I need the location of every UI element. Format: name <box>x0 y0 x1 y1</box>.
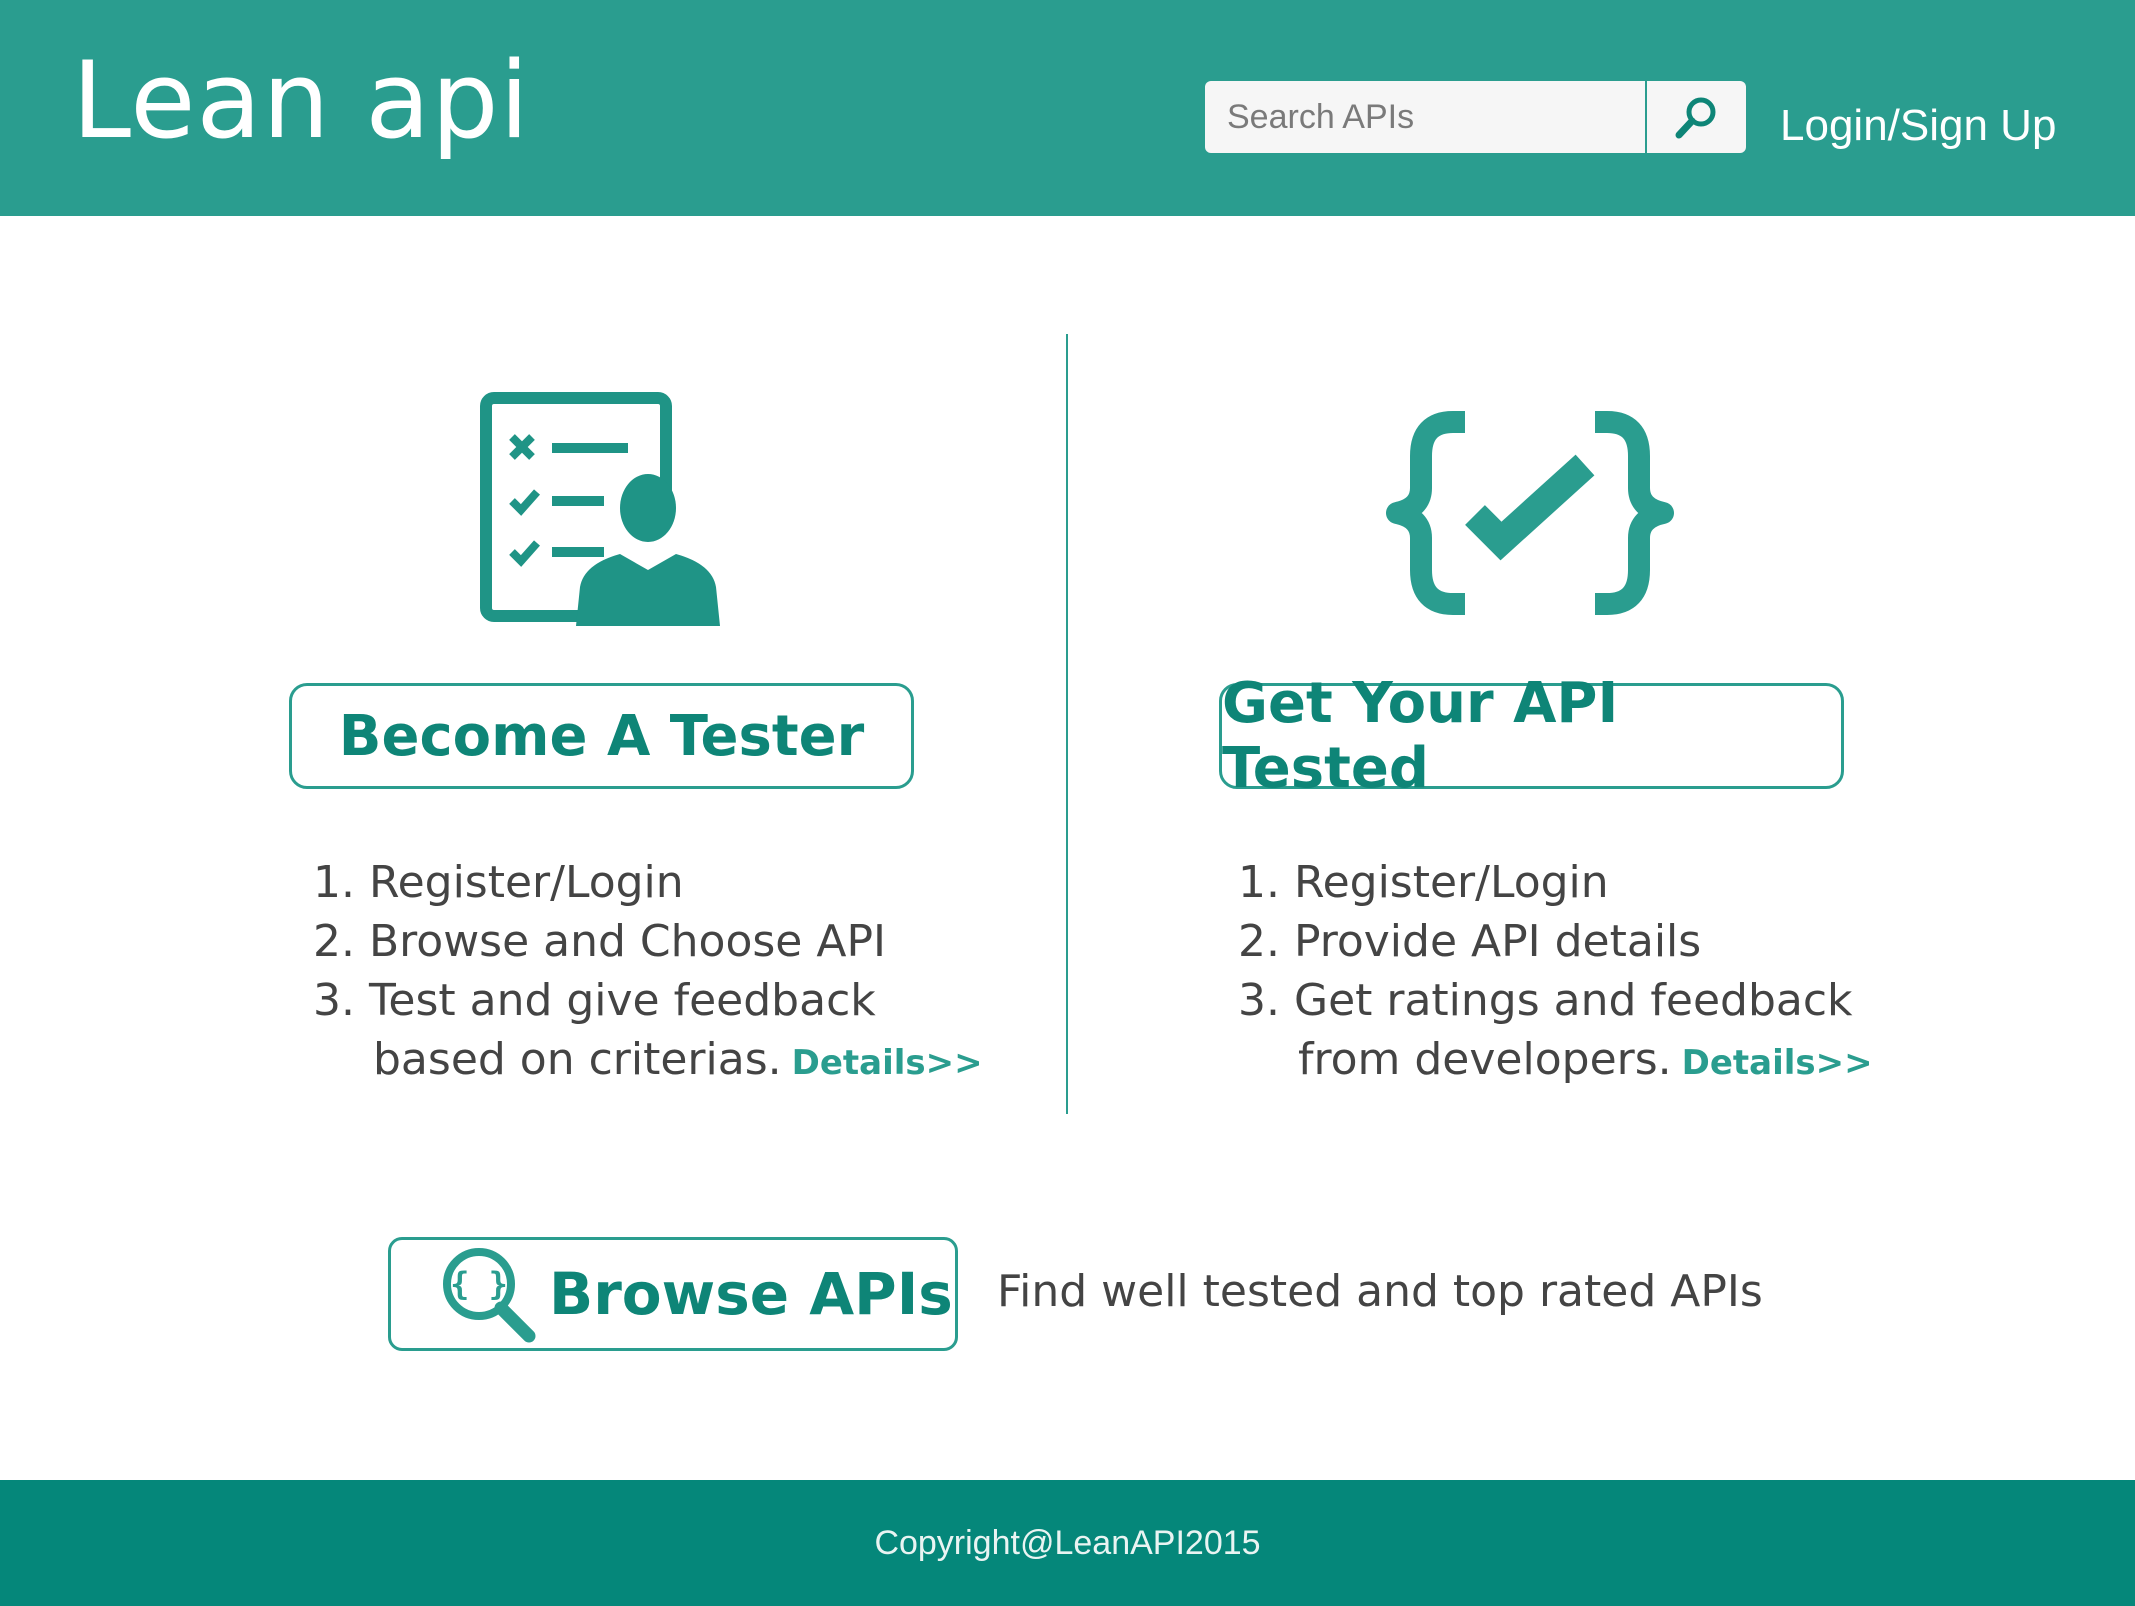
list-item-continuation: from developers. Details>> <box>1238 1030 1873 1093</box>
list-item: 1. Register/Login <box>1238 857 1609 908</box>
list-item: 2. Browse and Choose API <box>313 916 886 967</box>
page: Lean api Login/Sign Up Become A <box>0 0 2135 1606</box>
tester-details-link[interactable]: Details>> <box>792 1043 983 1083</box>
search-input[interactable] <box>1205 81 1645 153</box>
logo[interactable]: Lean api <box>72 36 530 166</box>
browse-apis-button[interactable]: { } Browse APIs <box>388 1237 958 1351</box>
search-icon <box>1675 97 1715 139</box>
browse-api-search-icon: { } <box>443 1248 536 1343</box>
footer-bar: Copyright@LeanAPI2015 <box>0 1480 2135 1606</box>
code-check-icon <box>1386 411 1674 615</box>
tester-steps-list: 1. Register/Login 2. Browse and Choose A… <box>313 853 983 1093</box>
login-signup-link[interactable]: Login/Sign Up <box>1780 96 2056 156</box>
search-box <box>1205 81 1746 153</box>
step-continuation-text: based on criterias. <box>373 1034 782 1085</box>
list-item-continuation: based on criterias. Details>> <box>313 1030 983 1093</box>
browse-description: Find well tested and top rated APIs <box>997 1266 1763 1317</box>
list-item: 1. Register/Login <box>313 857 684 908</box>
step-continuation-text: from developers. <box>1298 1034 1672 1085</box>
svg-text:{ }: { } <box>450 1265 508 1303</box>
list-item: 2. Provide API details <box>1238 916 1702 967</box>
header-bar: Lean api Login/Sign Up <box>0 0 2135 216</box>
list-item: 3. Get ratings and feedback <box>1238 975 1853 1026</box>
column-divider <box>1066 334 1068 1114</box>
list-item: 3. Test and give feedback <box>313 975 876 1026</box>
tester-checklist-icon <box>480 392 724 626</box>
get-api-tested-button[interactable]: Get Your API Tested <box>1219 671 1844 801</box>
api-owner-steps-list: 1. Register/Login 2. Provide API details… <box>1238 853 1873 1093</box>
copyright-text: Copyright@LeanAPI2015 <box>874 1523 1261 1562</box>
search-button[interactable] <box>1647 81 1746 153</box>
api-owner-details-link[interactable]: Details>> <box>1682 1043 1873 1083</box>
browse-apis-label: Browse APIs <box>549 1260 953 1328</box>
become-tester-button[interactable]: Become A Tester <box>289 683 914 789</box>
